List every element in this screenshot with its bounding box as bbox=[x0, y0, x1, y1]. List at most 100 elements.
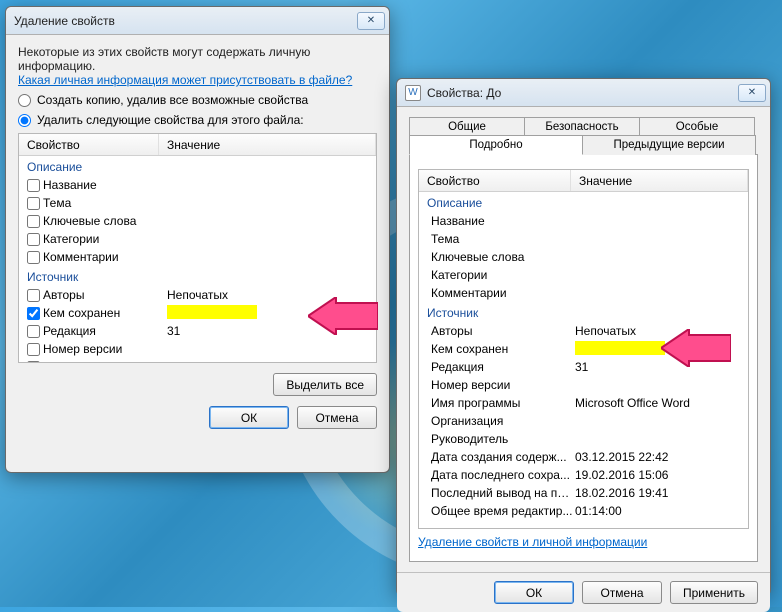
redacted-highlight bbox=[167, 305, 257, 319]
property-row[interactable]: Последний вывод на печ...18.02.2016 19:4… bbox=[419, 484, 748, 502]
property-row[interactable]: Комментарии bbox=[419, 284, 748, 302]
remove-properties-link[interactable]: Удаление свойств и личной информации bbox=[418, 535, 647, 549]
property-checkbox[interactable] bbox=[27, 197, 40, 210]
window-title: Удаление свойств bbox=[14, 14, 115, 28]
property-name: Имя программы bbox=[427, 396, 575, 410]
property-value: 01:14:00 bbox=[575, 504, 740, 518]
file-properties-window: W Свойства: До ✕ ОбщиеБезопасностьОсобые… bbox=[396, 78, 771, 596]
word-file-icon: W bbox=[405, 85, 421, 101]
close-button[interactable]: ✕ bbox=[738, 84, 766, 102]
apply-button[interactable]: Применить bbox=[670, 581, 758, 604]
radio-create-copy[interactable] bbox=[18, 94, 31, 107]
col-property[interactable]: Свойство bbox=[19, 134, 159, 155]
property-row[interactable]: Имя программыMicrosoft Office Word bbox=[419, 394, 748, 412]
tab-Общие[interactable]: Общие bbox=[409, 117, 525, 136]
property-row[interactable]: Тема bbox=[19, 194, 376, 212]
property-row[interactable]: Редакция31 bbox=[19, 322, 376, 340]
property-value: 18.02.2016 19:41 bbox=[575, 486, 740, 500]
property-checkbox[interactable] bbox=[27, 307, 40, 320]
property-value: 03.12.2015 22:42 bbox=[575, 450, 740, 464]
help-link[interactable]: Какая личная информация может присутство… bbox=[18, 73, 352, 87]
property-row[interactable]: Кем сохранен bbox=[19, 304, 376, 322]
property-name: Руководитель bbox=[427, 432, 575, 446]
property-row[interactable]: Кем сохранен bbox=[419, 340, 748, 358]
tab-page-details: Свойство Значение Описание Название Тема К… bbox=[409, 154, 758, 562]
col-value[interactable]: Значение bbox=[571, 170, 748, 191]
property-name: Организация bbox=[427, 414, 575, 428]
property-checkbox[interactable] bbox=[27, 361, 40, 363]
property-row[interactable]: Название bbox=[19, 176, 376, 194]
ok-button[interactable]: ОК bbox=[209, 406, 289, 429]
property-checkbox[interactable] bbox=[27, 289, 40, 302]
window-title: Свойства: До bbox=[427, 86, 501, 100]
property-value: Microsoft Office Word bbox=[575, 396, 740, 410]
ok-button[interactable]: ОК bbox=[494, 581, 574, 604]
property-row[interactable]: Руководитель bbox=[419, 430, 748, 448]
property-row[interactable]: АвторыНепочатых bbox=[19, 286, 376, 304]
property-name: Имя программы bbox=[43, 360, 167, 362]
property-checkbox[interactable] bbox=[27, 233, 40, 246]
list-header: Свойство Значение bbox=[419, 170, 748, 192]
property-value: 19.02.2016 15:06 bbox=[575, 468, 740, 482]
property-name: Категории bbox=[427, 268, 575, 282]
tab-row-bottom: ПодробноПредыдущие версии bbox=[409, 135, 758, 155]
intro-text: Некоторые из этих свойств могут содержат… bbox=[18, 45, 377, 73]
select-all-button[interactable]: Выделить все bbox=[273, 373, 377, 396]
tab-Особые[interactable]: Особые bbox=[639, 117, 755, 136]
property-row[interactable]: Организация bbox=[419, 412, 748, 430]
col-value[interactable]: Значение bbox=[159, 134, 376, 155]
property-value: Microsoft Office Word bbox=[167, 360, 368, 362]
property-row[interactable]: Общее время редактир...01:14:00 bbox=[419, 502, 748, 520]
cancel-button[interactable]: Отмена bbox=[582, 581, 662, 604]
property-value: 31 bbox=[575, 360, 740, 374]
property-name: Название bbox=[427, 214, 575, 228]
property-name: Дата создания содерж... bbox=[427, 450, 575, 464]
property-value: Непочатых bbox=[167, 288, 368, 302]
radio-remove-selected[interactable] bbox=[18, 114, 31, 127]
property-name: Последний вывод на печ... bbox=[427, 486, 575, 500]
property-row[interactable]: Название bbox=[419, 212, 748, 230]
property-row[interactable]: Номер версии bbox=[19, 340, 376, 358]
titlebar[interactable]: Удаление свойств ✕ bbox=[6, 7, 389, 35]
property-row[interactable]: АвторыНепочатых bbox=[419, 322, 748, 340]
property-checkbox[interactable] bbox=[27, 179, 40, 192]
cancel-button[interactable]: Отмена bbox=[297, 406, 377, 429]
property-name: Авторы bbox=[43, 288, 167, 302]
list-scroll[interactable]: Описание Название Тема Ключевые слова Катег… bbox=[19, 156, 376, 362]
list-scroll[interactable]: Описание Название Тема Ключевые слова Катег… bbox=[419, 192, 748, 528]
property-checkbox[interactable] bbox=[27, 251, 40, 264]
property-row[interactable]: Тема bbox=[419, 230, 748, 248]
property-row[interactable]: Ключевые слова bbox=[19, 212, 376, 230]
tab-Предыдущие версии[interactable]: Предыдущие версии bbox=[582, 135, 756, 155]
property-checkbox[interactable] bbox=[27, 325, 40, 338]
property-name: Тема bbox=[427, 232, 575, 246]
group-description: Описание bbox=[419, 192, 748, 212]
property-row[interactable]: Дата создания содерж...03.12.2015 22:42 bbox=[419, 448, 748, 466]
property-checkbox[interactable] bbox=[27, 215, 40, 228]
col-property[interactable]: Свойство bbox=[419, 170, 571, 191]
property-row[interactable]: Редакция31 bbox=[419, 358, 748, 376]
tab-Подробно[interactable]: Подробно bbox=[409, 135, 583, 155]
property-name: Название bbox=[43, 178, 167, 192]
property-row[interactable]: Категории bbox=[19, 230, 376, 248]
close-icon: ✕ bbox=[367, 15, 375, 26]
dialog-footer: ОК Отмена Применить bbox=[397, 572, 770, 612]
group-description: Описание bbox=[19, 156, 376, 176]
property-name: Редакция bbox=[43, 324, 167, 338]
tab-Безопасность[interactable]: Безопасность bbox=[524, 117, 640, 136]
property-row[interactable]: Ключевые слова bbox=[419, 248, 748, 266]
property-row[interactable]: Дата последнего сохра...19.02.2016 15:06 bbox=[419, 466, 748, 484]
property-name: Номер версии bbox=[43, 342, 167, 356]
property-name: Ключевые слова bbox=[43, 214, 167, 228]
property-checkbox[interactable] bbox=[27, 343, 40, 356]
close-button[interactable]: ✕ bbox=[357, 12, 385, 30]
property-row[interactable]: Номер версии bbox=[419, 376, 748, 394]
group-source: Источник bbox=[19, 266, 376, 286]
redacted-highlight bbox=[575, 341, 665, 355]
properties-list: Свойство Значение Описание Название Тема К… bbox=[18, 133, 377, 363]
property-row[interactable]: Имя программыMicrosoft Office Word bbox=[19, 358, 376, 362]
property-name: Кем сохранен bbox=[43, 306, 167, 320]
titlebar[interactable]: W Свойства: До ✕ bbox=[397, 79, 770, 107]
property-row[interactable]: Комментарии bbox=[19, 248, 376, 266]
property-row[interactable]: Категории bbox=[419, 266, 748, 284]
